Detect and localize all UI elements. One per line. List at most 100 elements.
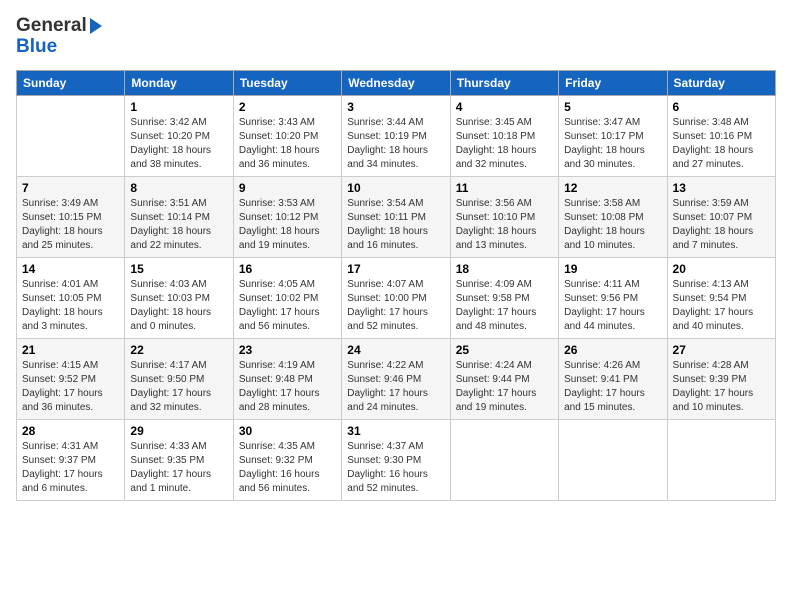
day-number: 20 [673, 262, 770, 276]
calendar-week-4: 21 Sunrise: 4:15 AMSunset: 9:52 PMDayligh… [17, 338, 776, 419]
day-number: 22 [130, 343, 227, 357]
day-info: Sunrise: 4:15 AMSunset: 9:52 PMDaylight:… [22, 359, 119, 415]
weekday-header-monday: Monday [125, 70, 233, 95]
day-info: Sunrise: 3:54 AMSunset: 10:11 PMDaylight… [347, 197, 444, 253]
day-number: 26 [564, 343, 661, 357]
day-number: 28 [22, 424, 119, 438]
calendar-week-1: 1 Sunrise: 3:42 AMSunset: 10:20 PMDayligh… [17, 95, 776, 176]
calendar-week-5: 28 Sunrise: 4:31 AMSunset: 9:37 PMDayligh… [17, 419, 776, 500]
calendar-cell: 9 Sunrise: 3:53 AMSunset: 10:12 PMDayligh… [233, 176, 341, 257]
weekday-header-tuesday: Tuesday [233, 70, 341, 95]
calendar-cell: 4 Sunrise: 3:45 AMSunset: 10:18 PMDayligh… [450, 95, 558, 176]
day-number: 10 [347, 181, 444, 195]
logo-general: General [16, 16, 87, 37]
day-info: Sunrise: 3:48 AMSunset: 10:16 PMDaylight… [673, 116, 770, 172]
day-number: 9 [239, 181, 336, 195]
calendar-cell: 24 Sunrise: 4:22 AMSunset: 9:46 PMDayligh… [342, 338, 450, 419]
day-number: 8 [130, 181, 227, 195]
day-info: Sunrise: 4:26 AMSunset: 9:41 PMDaylight:… [564, 359, 661, 415]
calendar-cell [17, 95, 125, 176]
logo: General Blue [16, 16, 104, 58]
day-info: Sunrise: 3:43 AMSunset: 10:20 PMDaylight… [239, 116, 336, 172]
calendar-cell: 8 Sunrise: 3:51 AMSunset: 10:14 PMDayligh… [125, 176, 233, 257]
day-info: Sunrise: 4:28 AMSunset: 9:39 PMDaylight:… [673, 359, 770, 415]
calendar-cell: 12 Sunrise: 3:58 AMSunset: 10:08 PMDaylig… [559, 176, 667, 257]
day-info: Sunrise: 4:24 AMSunset: 9:44 PMDaylight:… [456, 359, 553, 415]
calendar-cell: 16 Sunrise: 4:05 AMSunset: 10:02 PMDaylig… [233, 257, 341, 338]
day-info: Sunrise: 3:47 AMSunset: 10:17 PMDaylight… [564, 116, 661, 172]
calendar-cell: 6 Sunrise: 3:48 AMSunset: 10:16 PMDayligh… [667, 95, 775, 176]
calendar-cell: 15 Sunrise: 4:03 AMSunset: 10:03 PMDaylig… [125, 257, 233, 338]
day-info: Sunrise: 4:01 AMSunset: 10:05 PMDaylight… [22, 278, 119, 334]
calendar-cell [450, 419, 558, 500]
logo-blue: Blue [16, 36, 57, 57]
calendar-cell: 27 Sunrise: 4:28 AMSunset: 9:39 PMDayligh… [667, 338, 775, 419]
day-number: 12 [564, 181, 661, 195]
day-number: 21 [22, 343, 119, 357]
day-number: 6 [673, 100, 770, 114]
day-number: 7 [22, 181, 119, 195]
day-number: 11 [456, 181, 553, 195]
day-info: Sunrise: 3:59 AMSunset: 10:07 PMDaylight… [673, 197, 770, 253]
calendar-cell: 31Sunrise: 4:37 AMSunset: 9:30 PMDayligh… [342, 419, 450, 500]
day-number: 17 [347, 262, 444, 276]
day-info: Sunrise: 3:53 AMSunset: 10:12 PMDaylight… [239, 197, 336, 253]
day-number: 4 [456, 100, 553, 114]
calendar-cell: 25 Sunrise: 4:24 AMSunset: 9:44 PMDayligh… [450, 338, 558, 419]
day-info: Sunrise: 4:22 AMSunset: 9:46 PMDaylight:… [347, 359, 444, 415]
calendar-cell: 28 Sunrise: 4:31 AMSunset: 9:37 PMDayligh… [17, 419, 125, 500]
day-number: 30 [239, 424, 336, 438]
calendar-cell: 26 Sunrise: 4:26 AMSunset: 9:41 PMDayligh… [559, 338, 667, 419]
calendar-cell: 30 Sunrise: 4:35 AMSunset: 9:32 PMDayligh… [233, 419, 341, 500]
weekday-header-sunday: Sunday [17, 70, 125, 95]
day-number: 27 [673, 343, 770, 357]
day-info: Sunrise: 4:11 AMSunset: 9:56 PMDaylight:… [564, 278, 661, 334]
day-info: Sunrise: 4:19 AMSunset: 9:48 PMDaylight:… [239, 359, 336, 415]
calendar-cell: 2 Sunrise: 3:43 AMSunset: 10:20 PMDayligh… [233, 95, 341, 176]
day-info: Sunrise: 4:07 AMSunset: 10:00 PMDaylight… [347, 278, 444, 334]
day-info: Sunrise: 4:33 AMSunset: 9:35 PMDaylight:… [130, 440, 227, 496]
calendar-cell: 23Sunrise: 4:19 AMSunset: 9:48 PMDayligh… [233, 338, 341, 419]
calendar-cell: 22 Sunrise: 4:17 AMSunset: 9:50 PMDayligh… [125, 338, 233, 419]
weekday-header-wednesday: Wednesday [342, 70, 450, 95]
day-info: Sunrise: 3:56 AMSunset: 10:10 PMDaylight… [456, 197, 553, 253]
weekday-header-thursday: Thursday [450, 70, 558, 95]
day-number: 25 [456, 343, 553, 357]
day-info: Sunrise: 4:17 AMSunset: 9:50 PMDaylight:… [130, 359, 227, 415]
calendar-cell: 29Sunrise: 4:33 AMSunset: 9:35 PMDayligh… [125, 419, 233, 500]
day-number: 15 [130, 262, 227, 276]
weekday-header-friday: Friday [559, 70, 667, 95]
calendar-cell [667, 419, 775, 500]
day-info: Sunrise: 3:58 AMSunset: 10:08 PMDaylight… [564, 197, 661, 253]
day-info: Sunrise: 3:45 AMSunset: 10:18 PMDaylight… [456, 116, 553, 172]
day-number: 16 [239, 262, 336, 276]
day-number: 2 [239, 100, 336, 114]
day-info: Sunrise: 4:05 AMSunset: 10:02 PMDaylight… [239, 278, 336, 334]
calendar-cell: 17 Sunrise: 4:07 AMSunset: 10:00 PMDaylig… [342, 257, 450, 338]
day-number: 24 [347, 343, 444, 357]
day-number: 13 [673, 181, 770, 195]
day-info: Sunrise: 3:49 AMSunset: 10:15 PMDaylight… [22, 197, 119, 253]
calendar-week-2: 7 Sunrise: 3:49 AMSunset: 10:15 PMDayligh… [17, 176, 776, 257]
calendar-cell: 20 Sunrise: 4:13 AMSunset: 9:54 PMDayligh… [667, 257, 775, 338]
day-info: Sunrise: 4:31 AMSunset: 9:37 PMDaylight:… [22, 440, 119, 496]
day-number: 1 [130, 100, 227, 114]
calendar-cell: 18Sunrise: 4:09 AMSunset: 9:58 PMDayligh… [450, 257, 558, 338]
day-info: Sunrise: 4:35 AMSunset: 9:32 PMDaylight:… [239, 440, 336, 496]
calendar-cell: 10 Sunrise: 3:54 AMSunset: 10:11 PMDaylig… [342, 176, 450, 257]
weekday-header-row: SundayMondayTuesdayWednesdayThursdayFrid… [17, 70, 776, 95]
day-info: Sunrise: 4:13 AMSunset: 9:54 PMDaylight:… [673, 278, 770, 334]
day-info: Sunrise: 3:42 AMSunset: 10:20 PMDaylight… [130, 116, 227, 172]
day-info: Sunrise: 4:03 AMSunset: 10:03 PMDaylight… [130, 278, 227, 334]
calendar-cell: 5Sunrise: 3:47 AMSunset: 10:17 PMDayligh… [559, 95, 667, 176]
calendar-cell: 13 Sunrise: 3:59 AMSunset: 10:07 PMDaylig… [667, 176, 775, 257]
calendar-cell: 3Sunrise: 3:44 AMSunset: 10:19 PMDayligh… [342, 95, 450, 176]
calendar-cell: 7 Sunrise: 3:49 AMSunset: 10:15 PMDayligh… [17, 176, 125, 257]
day-info: Sunrise: 3:44 AMSunset: 10:19 PMDaylight… [347, 116, 444, 172]
calendar-cell: 19Sunrise: 4:11 AMSunset: 9:56 PMDayligh… [559, 257, 667, 338]
calendar-week-3: 14Sunrise: 4:01 AMSunset: 10:05 PMDaylig… [17, 257, 776, 338]
logo-triangle-icon [88, 16, 104, 36]
day-info: Sunrise: 3:51 AMSunset: 10:14 PMDaylight… [130, 197, 227, 253]
calendar-cell: 1 Sunrise: 3:42 AMSunset: 10:20 PMDayligh… [125, 95, 233, 176]
day-number: 18 [456, 262, 553, 276]
